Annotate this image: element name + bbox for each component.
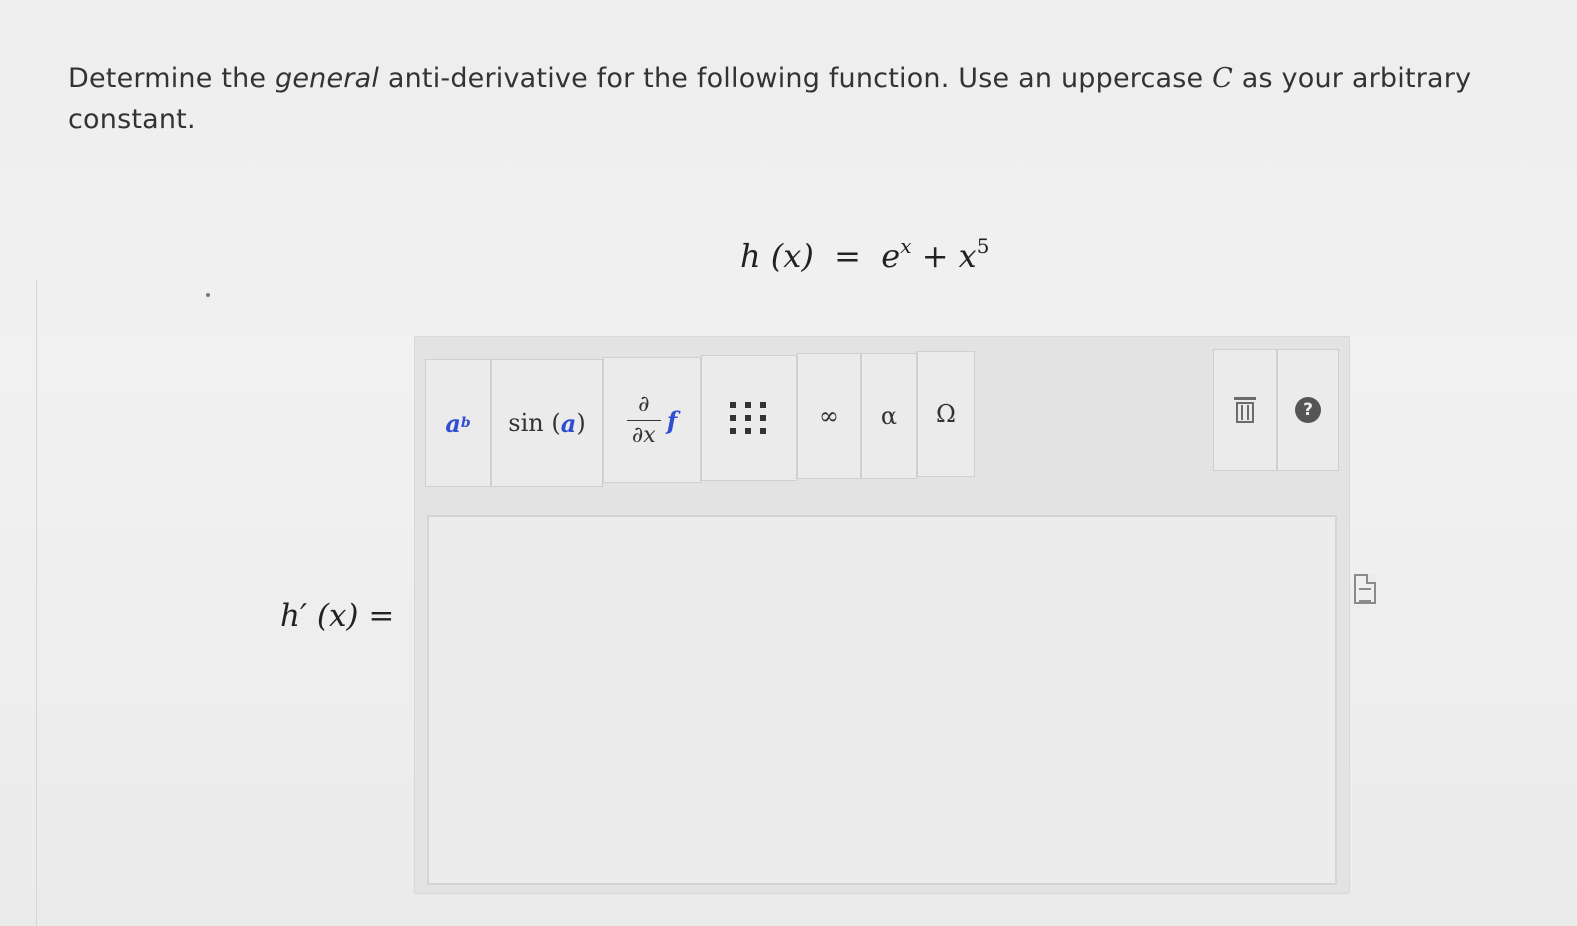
given-function: h (x) = ex + x5 bbox=[740, 234, 989, 275]
plus-sign: + bbox=[921, 237, 949, 275]
partial-derivative-button[interactable]: ∂ ∂x f bbox=[603, 357, 701, 483]
sin-button[interactable]: sin (a) bbox=[491, 359, 603, 487]
power-exponent: b bbox=[460, 415, 471, 431]
sin-label: sin bbox=[508, 409, 544, 437]
derivative-denominator: ∂x bbox=[631, 422, 656, 448]
sin-arg: a bbox=[560, 408, 577, 438]
question-part-1: Determine the bbox=[68, 63, 276, 94]
function-lhs: h (x) bbox=[740, 237, 814, 275]
sin-open-paren: ( bbox=[551, 409, 561, 437]
infinity-symbol: ∞ bbox=[819, 402, 839, 430]
question-part-2: anti-derivative for the following functi… bbox=[379, 63, 1213, 94]
fraction-bar bbox=[626, 419, 661, 421]
base-e: e bbox=[881, 237, 901, 275]
exponent-x: x bbox=[900, 234, 912, 258]
omega-button[interactable]: Ω bbox=[917, 351, 975, 477]
math-editor: ab sin (a) ∂ ∂x f ∞ α Ω ? bbox=[414, 336, 1350, 894]
derivative-fraction: ∂ ∂x bbox=[626, 391, 661, 449]
question-emphasis: general bbox=[275, 63, 380, 94]
derivative-numerator: ∂ bbox=[638, 391, 650, 417]
omega-symbol: Ω bbox=[936, 400, 956, 428]
trash-icon bbox=[1234, 397, 1256, 423]
exponent-5: 5 bbox=[976, 234, 990, 258]
alpha-symbol: α bbox=[880, 402, 898, 430]
power-base: a bbox=[445, 408, 461, 438]
question-text: Determine the general anti-derivative fo… bbox=[68, 58, 1508, 140]
constant-variable: C bbox=[1212, 63, 1233, 94]
help-button[interactable]: ? bbox=[1277, 349, 1339, 471]
infinity-button[interactable]: ∞ bbox=[797, 353, 861, 479]
matrix-button[interactable] bbox=[701, 355, 797, 481]
derivative-function: f bbox=[666, 405, 678, 435]
base-x: x bbox=[958, 237, 977, 275]
answer-input[interactable] bbox=[427, 515, 1337, 885]
matrix-grid-icon bbox=[730, 402, 768, 434]
power-button[interactable]: ab bbox=[425, 359, 491, 487]
document-icon[interactable] bbox=[1354, 574, 1376, 604]
clear-button[interactable] bbox=[1213, 349, 1277, 471]
math-toolbar: ab sin (a) ∂ ∂x f ∞ α Ω ? bbox=[425, 349, 1339, 487]
page-left-edge bbox=[0, 280, 37, 926]
answer-label: h′ (x) = bbox=[280, 598, 395, 634]
decorative-dot bbox=[206, 293, 210, 297]
sin-close-paren: ) bbox=[576, 409, 586, 437]
help-icon: ? bbox=[1295, 397, 1321, 423]
equals-sign: = bbox=[834, 237, 861, 275]
alpha-button[interactable]: α bbox=[861, 353, 917, 479]
